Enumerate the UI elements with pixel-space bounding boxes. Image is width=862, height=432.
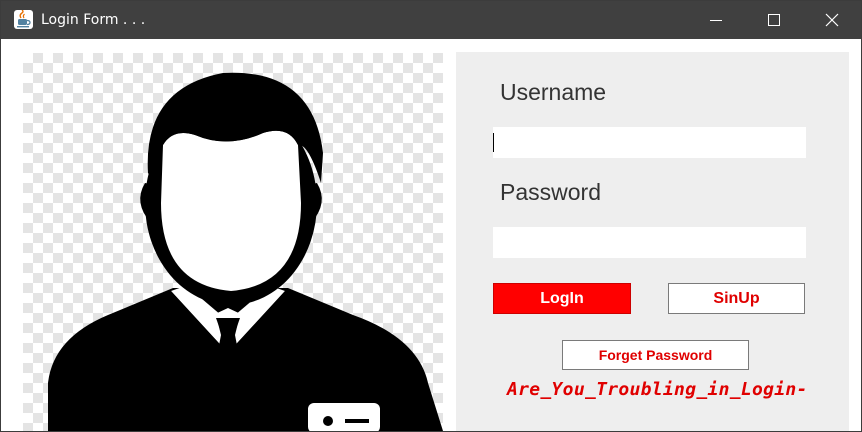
password-input[interactable]	[493, 227, 806, 258]
minimize-icon	[710, 20, 722, 21]
signup-button[interactable]: SinUp	[668, 283, 805, 314]
window-title: Login Form . . .	[41, 12, 146, 28]
user-avatar-icon	[48, 72, 443, 431]
text-caret	[493, 133, 494, 152]
close-button[interactable]	[803, 1, 861, 39]
username-input[interactable]	[493, 127, 806, 158]
forget-password-button[interactable]: Forget Password	[562, 340, 749, 370]
user-photo	[23, 53, 443, 431]
login-help-text: Are_You_Troubling_in_Login-	[507, 379, 808, 400]
window-content: Username Password LogIn SinUp Forget Pas…	[1, 39, 861, 431]
maximize-button[interactable]	[745, 1, 803, 39]
close-icon	[825, 13, 839, 27]
password-label: Password	[500, 179, 601, 205]
maximize-icon	[768, 14, 780, 26]
java-cup-icon	[14, 10, 33, 29]
login-panel: Username Password LogIn SinUp Forget Pas…	[456, 52, 849, 431]
username-label: Username	[500, 79, 607, 105]
title-bar[interactable]: Login Form . . .	[1, 1, 861, 39]
login-button[interactable]: LogIn	[493, 283, 631, 314]
minimize-button[interactable]	[687, 1, 745, 39]
login-window: Login Form . . . Username Password LogIn…	[0, 0, 862, 432]
